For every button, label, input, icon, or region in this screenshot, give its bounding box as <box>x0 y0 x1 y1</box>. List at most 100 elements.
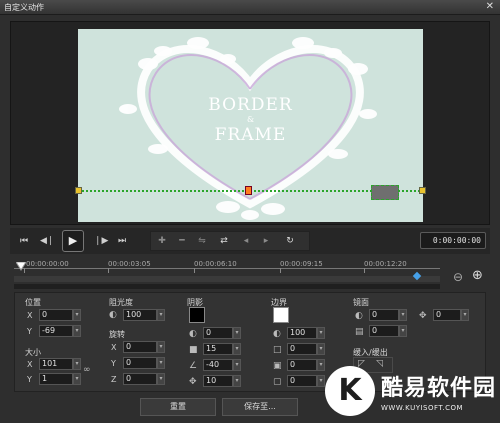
rotation-x-field[interactable]: 0 <box>123 341 157 353</box>
zoom-out-icon[interactable]: ⊖ <box>453 270 463 284</box>
preview-title-line2: FRAME <box>214 125 287 145</box>
shadow-blur-icon: ■ <box>189 345 198 355</box>
tick-label: 00:00:00:00 <box>26 260 69 268</box>
timeline-scrollbar[interactable] <box>14 284 440 289</box>
border-width-icon: □ <box>273 345 282 355</box>
mirror-opacity-field[interactable]: 0 <box>369 309 399 321</box>
mirror-offset-spinner[interactable]: ▾ <box>461 309 469 321</box>
add-keyframe-icon[interactable]: ✚ <box>155 235 169 248</box>
path-current-keyframe[interactable] <box>245 186 252 195</box>
mirror-title: 镜面 <box>353 298 369 307</box>
border-blur-spinner[interactable]: ▾ <box>317 359 325 371</box>
shadow-distance-spinner[interactable]: ▾ <box>233 375 241 387</box>
skip-end-icon[interactable]: ⏭ <box>116 235 128 247</box>
border-blur-icon: ▣ <box>273 361 282 371</box>
shadow-blur-field[interactable]: 15 <box>203 343 233 355</box>
position-y-field[interactable]: -69 <box>39 325 73 337</box>
play-icon[interactable]: ▶ <box>62 230 84 252</box>
size-title: 大小 <box>25 348 41 357</box>
preview-title-line1: BORDER <box>208 95 293 115</box>
rotation-y-label: Y <box>111 359 116 368</box>
watermark-logo: K <box>325 366 375 416</box>
remove-keyframe-icon[interactable]: ━ <box>175 235 189 248</box>
window-title: 自定义动作 <box>4 3 44 12</box>
position-x-label: X <box>27 311 33 320</box>
size-x-spinner[interactable]: ▾ <box>73 358 81 370</box>
link-icon[interactable]: ∞ <box>83 365 91 375</box>
swap-icon[interactable]: ⇄ <box>217 235 231 248</box>
mirror-value2-spinner[interactable]: ▾ <box>399 325 407 337</box>
rotation-y-spinner[interactable]: ▾ <box>157 357 165 369</box>
shadow-opacity-icon: ◐ <box>189 329 197 339</box>
preview-window: BORDER & FRAME <box>10 21 490 225</box>
reset-button[interactable]: 重置 <box>140 398 216 416</box>
border-opacity-spinner[interactable]: ▾ <box>317 327 325 339</box>
border-width-field[interactable]: 0 <box>287 343 317 355</box>
size-x-field[interactable]: 101 <box>39 358 73 370</box>
shadow-opacity-spinner[interactable]: ▾ <box>233 327 241 339</box>
rotation-z-field[interactable]: 0 <box>123 373 157 385</box>
shadow-distance-field[interactable]: 10 <box>203 375 233 387</box>
rotation-y-field[interactable]: 0 <box>123 357 157 369</box>
title-bar: 自定义动作 ✕ <box>0 0 500 15</box>
opacity-field[interactable]: 100 <box>123 309 157 321</box>
position-x-field[interactable]: 0 <box>39 309 73 321</box>
rotation-x-spinner[interactable]: ▾ <box>157 341 165 353</box>
tick <box>108 268 109 273</box>
shadow-angle-icon: ∠ <box>189 361 198 371</box>
shadow-angle-spinner[interactable]: ▾ <box>233 359 241 371</box>
playhead-marker[interactable] <box>16 262 26 272</box>
rotation-title: 旋转 <box>109 330 125 339</box>
next-frame-icon[interactable]: ❘▶ <box>94 235 108 247</box>
path-end-keyframe[interactable] <box>419 187 426 194</box>
skip-start-icon[interactable]: ⏮ <box>18 235 30 247</box>
path-start-keyframe[interactable] <box>75 187 82 194</box>
border-width-spinner[interactable]: ▾ <box>317 343 325 355</box>
border-opacity-field[interactable]: 100 <box>287 327 317 339</box>
mirror-value2-field[interactable]: 0 <box>369 325 399 337</box>
shadow-opacity-field[interactable]: 0 <box>203 327 233 339</box>
tick-label: 00:00:06:10 <box>194 260 237 268</box>
size-x-label: X <box>27 360 33 369</box>
close-icon[interactable]: ✕ <box>486 1 494 12</box>
size-y-spinner[interactable]: ▾ <box>73 373 81 385</box>
opacity-title: 阻光度 <box>109 298 133 307</box>
mirror-opacity-spinner[interactable]: ▾ <box>399 309 407 321</box>
mirror-offset-icon: ✥ <box>419 311 427 321</box>
border-opacity-icon: ◐ <box>273 329 281 339</box>
reset-icon[interactable]: ↻ <box>283 235 297 248</box>
tick-label: 00:00:09:15 <box>280 260 323 268</box>
position-y-label: Y <box>27 327 32 336</box>
shadow-angle-field[interactable]: -40 <box>203 359 233 371</box>
timecode-display[interactable]: 0:00:00:00 <box>420 232 486 249</box>
position-y-spinner[interactable]: ▾ <box>73 325 81 337</box>
reverse-icon[interactable]: ⇋ <box>195 235 209 248</box>
size-y-label: Y <box>27 375 32 384</box>
move-left-icon[interactable]: ◂ <box>239 235 253 248</box>
mirror-opacity-icon: ◐ <box>355 311 363 321</box>
watermark-url: WWW.KUYISOFT.COM <box>381 404 464 412</box>
prev-frame-icon[interactable]: ◀❘ <box>40 235 54 247</box>
border-shape-spinner[interactable]: ▾ <box>317 375 325 387</box>
mirror-offset-field[interactable]: 0 <box>433 309 461 321</box>
border-shape-field[interactable]: 0 <box>287 375 317 387</box>
playback-controls: ⏮ ◀❘ ▶ ❘▶ ⏭ ✚ ━ ⇋ ⇄ ◂ ▸ ↻ 0:00:00:00 <box>10 228 490 254</box>
border-color-swatch[interactable] <box>273 307 289 323</box>
moving-object[interactable] <box>371 185 399 200</box>
move-right-icon[interactable]: ▸ <box>259 235 273 248</box>
shadow-color-swatch[interactable] <box>189 307 205 323</box>
shadow-blur-spinner[interactable]: ▾ <box>233 343 241 355</box>
rotation-z-spinner[interactable]: ▾ <box>157 373 165 385</box>
watermark: K 酷易软件园 WWW.KUYISOFT.COM <box>325 366 500 423</box>
watermark-title: 酷易软件园 <box>381 376 497 401</box>
position-x-spinner[interactable]: ▾ <box>73 309 81 321</box>
keyframe-track[interactable] <box>14 276 440 282</box>
ruler-line <box>14 268 440 269</box>
border-blur-field[interactable]: 0 <box>287 359 317 371</box>
custom-motion-window: 自定义动作 ✕ BORDER & FRAME ⏮ ◀❘ ▶ ❘▶ ⏭ ✚ ━ ⇋… <box>0 0 500 423</box>
size-y-field[interactable]: 1 <box>39 373 73 385</box>
save-to-button[interactable]: 保存至... <box>222 398 298 416</box>
opacity-spinner[interactable]: ▾ <box>157 309 165 321</box>
zoom-in-icon[interactable]: ⊕ <box>472 268 483 283</box>
tick <box>364 268 365 273</box>
